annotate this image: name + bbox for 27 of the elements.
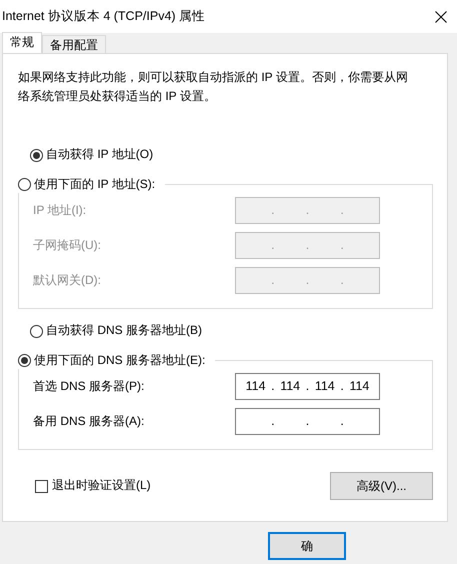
checkbox-label[interactable]: 退出时验证设置(L) xyxy=(52,478,151,494)
field-label: 首选 DNS 服务器(P): xyxy=(33,378,144,394)
ip-address-field[interactable]: . . . xyxy=(235,408,380,435)
window-title: Internet 协议版本 4 (TCP/IPv4) 属性 xyxy=(2,8,206,25)
ip-address-field: . . . xyxy=(235,232,380,259)
field-label: 默认网关(D): xyxy=(33,272,101,288)
tab[interactable]: 常规 xyxy=(2,32,42,53)
ip-address-field[interactable]: 114 . 114 . 114 . 114 xyxy=(235,373,380,400)
field-label: IP 地址(I): xyxy=(33,202,86,218)
radio-button[interactable] xyxy=(30,324,43,338)
radio-button[interactable] xyxy=(18,354,31,366)
radio-label[interactable]: 自动获得 IP 地址(O) xyxy=(46,147,154,163)
radio-button[interactable] xyxy=(30,148,43,162)
ip-address-field: . . . xyxy=(235,197,380,224)
tab[interactable]: 备用配置 xyxy=(42,35,106,53)
radio-label[interactable]: 自动获得 DNS 服务器地址(B) xyxy=(46,323,202,339)
radio-button[interactable] xyxy=(18,178,31,190)
ip-address-field: . . . xyxy=(235,267,380,294)
radio-label[interactable]: 使用下面的 IP 地址(S): xyxy=(34,175,156,193)
field-label: 备用 DNS 服务器(A): xyxy=(33,414,144,430)
advanced-button[interactable]: 高级(V)... xyxy=(330,472,433,500)
description-text: 如果网络支持此功能，则可以获取自动指派的 IP 设置。否则，你需要从网络系统管理员处获得适当的 IP 设置。 xyxy=(18,69,409,105)
radio-label[interactable]: 使用下面的 DNS 服务器地址(E): xyxy=(34,351,206,369)
checkbox[interactable] xyxy=(35,480,48,492)
close-icon[interactable] xyxy=(435,10,447,22)
ok-button[interactable]: 确 xyxy=(268,532,346,560)
field-label: 子网掩码(U): xyxy=(33,238,101,254)
